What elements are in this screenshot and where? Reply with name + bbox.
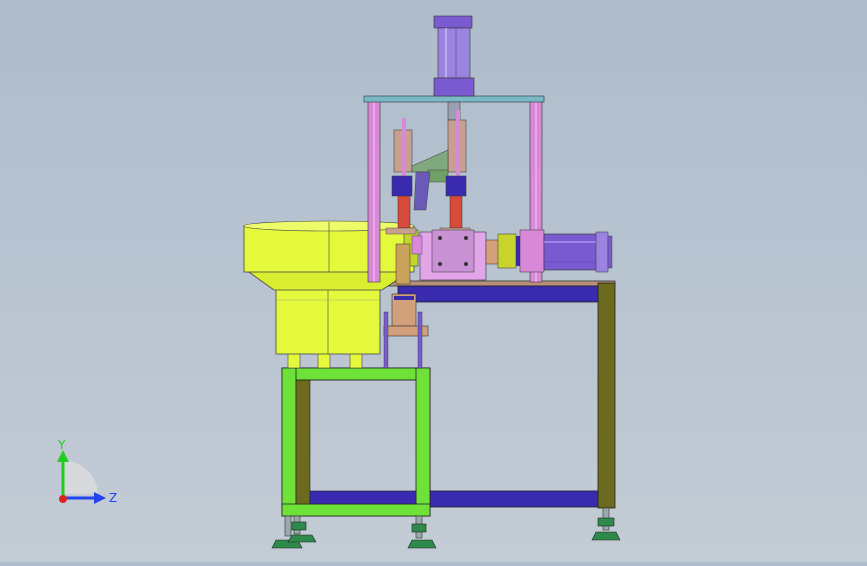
machine-assembly-drawing (243, 15, 621, 549)
triad-shade (63, 460, 98, 494)
table-right-leg (597, 282, 616, 509)
bowl-funnel (244, 269, 414, 291)
y-axis-label: Y (57, 440, 66, 452)
right-foot-nut (597, 517, 615, 527)
table-top-rail (397, 285, 599, 303)
horizontal-cylinder (543, 233, 601, 271)
cad-viewport[interactable]: Y Z (0, 0, 867, 562)
z-axis-label: Z (109, 491, 117, 505)
right-foot-pad (591, 531, 621, 541)
table-top-plate (384, 280, 616, 287)
press-top-plate (363, 95, 545, 103)
press-cylinder (437, 27, 471, 79)
x-axis-icon (59, 495, 67, 503)
axis-triad: Y Z (40, 438, 130, 520)
table-bottom-rail (429, 490, 599, 508)
